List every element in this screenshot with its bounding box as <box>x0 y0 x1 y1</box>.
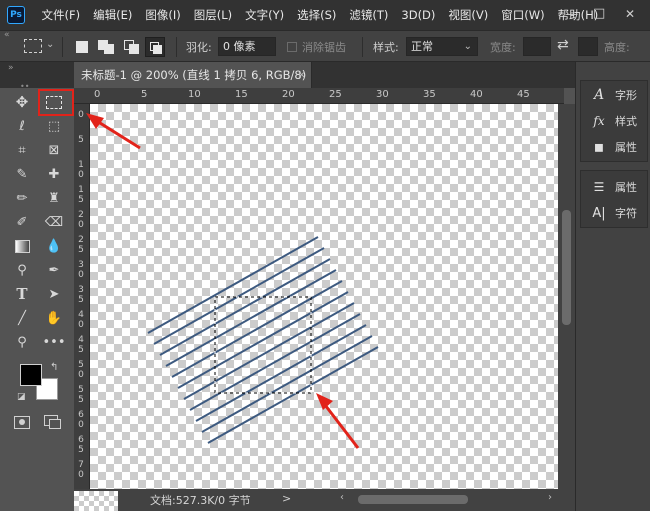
panel-label: 字符 <box>615 207 637 220</box>
ruler-left-label: 2 0 <box>78 210 84 230</box>
panel-glyphs[interactable]: A 字形 <box>581 84 650 106</box>
annotation-arrowhead-tool <box>86 113 104 129</box>
ruler-top-label: 45 <box>517 89 530 100</box>
panel-styles[interactable]: fx 样式 <box>581 110 650 132</box>
ruler-left-label: 6 5 <box>78 435 84 455</box>
ruler-left-label: 5 5 <box>78 385 84 405</box>
status-menu-arrow[interactable]: > <box>282 492 291 505</box>
diagonal-line <box>147 236 319 334</box>
panel-group-2: ☰ 属性 A| 字符 <box>580 170 648 228</box>
scroll-left-icon[interactable]: ‹ <box>340 492 344 503</box>
panel-label: 样式 <box>615 115 637 128</box>
ruler-top-label: 20 <box>282 89 295 100</box>
artwork-overlay <box>86 113 379 449</box>
panel-label: 字形 <box>615 89 637 102</box>
ruler-left-label: 5 0 <box>78 360 84 380</box>
panel-properties[interactable]: ◼ 属性 <box>581 136 650 158</box>
diagonal-line <box>183 302 355 400</box>
diagonal-lines-group <box>147 236 379 444</box>
annotation-arrow-selection <box>320 400 360 449</box>
scroll-right-icon[interactable]: › <box>548 492 552 503</box>
ruler-top-label: 0 <box>94 89 101 100</box>
glyphs-icon: A <box>593 87 605 103</box>
zoom-preview <box>74 491 118 511</box>
ruler-left-label: 5 <box>78 135 84 145</box>
ruler-top-label: 15 <box>235 89 248 100</box>
ruler-left-label: 3 5 <box>78 285 84 305</box>
diagonal-line <box>177 291 349 389</box>
annotation-arrowhead-selection <box>316 393 333 410</box>
panel-group-1: A 字形 fx 样式 ◼ 属性 <box>580 80 648 162</box>
ruler-top-label: 25 <box>329 89 342 100</box>
sliders-icon: ☰ <box>593 180 605 194</box>
ruler-top-label: 30 <box>376 89 389 100</box>
ruler-left-label: 3 0 <box>78 260 84 280</box>
diagonal-line <box>207 346 379 444</box>
ruler-left-label: 1 5 <box>78 185 84 205</box>
ruler-top-label: 35 <box>423 89 436 100</box>
diagonal-line <box>201 335 373 433</box>
ruler-left-label: 0 <box>78 110 84 120</box>
diagonal-line <box>159 258 331 356</box>
ruler-top-label: 40 <box>470 89 483 100</box>
document-size-info: 文档:527.3K/0 字节 <box>150 494 251 507</box>
character-icon: A| <box>592 205 606 221</box>
vertical-scroll-thumb[interactable] <box>562 210 571 325</box>
ruler-left-label: 4 0 <box>78 310 84 330</box>
ruler-left-label: 7 0 <box>78 460 84 480</box>
diagonal-line <box>195 324 367 422</box>
panel-character[interactable]: A| 字符 <box>581 202 650 224</box>
panel-label: 属性 <box>615 141 637 154</box>
panel-adjust-properties[interactable]: ☰ 属性 <box>581 176 650 198</box>
photoshop-window: Ps 文件(F) 编辑(E) 图像(I) 图层(L) 文字(Y) 选择(S) 滤… <box>0 0 650 511</box>
ruler-top-label: 5 <box>141 89 148 100</box>
diagonal-line <box>171 280 343 378</box>
styles-fx-icon: fx <box>593 114 605 128</box>
ruler-left-label: 2 5 <box>78 235 84 255</box>
ruler-left-label: 6 0 <box>78 410 84 430</box>
ruler-left-label: 1 0 <box>78 160 84 180</box>
diagonal-line <box>153 247 325 345</box>
properties-icon: ◼ <box>594 140 604 154</box>
ruler-left-label: 4 5 <box>78 335 84 355</box>
horizontal-scroll-thumb[interactable] <box>358 495 468 504</box>
panel-label: 属性 <box>615 181 637 194</box>
ruler-top-label: 10 <box>188 89 201 100</box>
